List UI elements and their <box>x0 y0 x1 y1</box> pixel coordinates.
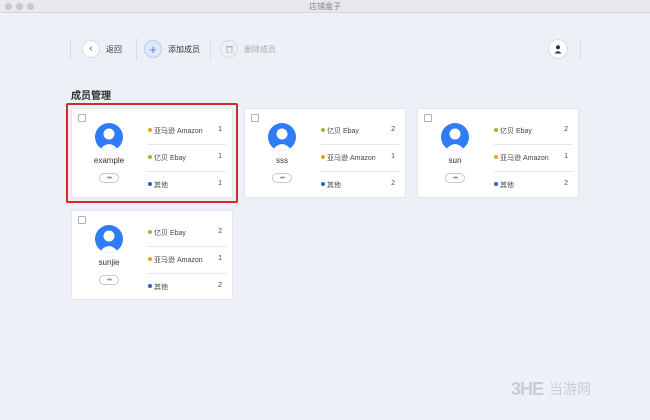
member-avatar-icon <box>441 123 469 151</box>
member-avatar-icon <box>95 225 123 253</box>
member-stats: 亿贝 Ebay 2 亚马逊 Amazon 1 其他 2 <box>321 118 399 199</box>
toolbar-divider <box>580 38 581 60</box>
platform-count: 2 <box>564 180 568 187</box>
platform-label: 其他 <box>500 182 514 189</box>
more-options-button[interactable]: ••• <box>99 275 119 285</box>
add-member-button-label: 添加成员 <box>168 44 200 54</box>
stat-row: 亿贝 Ebay 2 <box>321 118 399 145</box>
platform-dot-icon <box>321 182 325 186</box>
platform-dot-icon <box>494 128 498 132</box>
back-button[interactable]: ‹ 返回 <box>82 36 122 62</box>
stat-row: 亿贝 Ebay 2 <box>494 118 572 145</box>
platform-label: 亚马逊 Amazon <box>154 257 203 264</box>
member-stats: 亿贝 Ebay 2 亚马逊 Amazon 1 其他 2 <box>148 220 226 301</box>
platform-dot-icon <box>148 230 152 234</box>
member-name: sun <box>448 156 462 165</box>
platform-dot-icon <box>148 257 152 261</box>
stat-row: 亚马逊 Amazon 1 <box>494 145 572 172</box>
window-title: 店铺盒子 <box>309 2 341 11</box>
platform-count: 1 <box>218 255 222 262</box>
platform-count: 2 <box>564 126 568 133</box>
stat-row: 其他 2 <box>148 274 226 301</box>
stat-row: 亚马逊 Amazon 1 <box>148 247 226 274</box>
watermark-text: 当游网 <box>549 381 592 397</box>
stat-row: 亚马逊 Amazon 1 <box>321 145 399 172</box>
platform-dot-icon <box>321 128 325 132</box>
platform-count: 2 <box>218 282 222 289</box>
ellipsis-icon: ••• <box>106 276 112 284</box>
member-checkbox[interactable] <box>424 114 432 122</box>
platform-label: 亚马逊 Amazon <box>500 155 549 162</box>
member-avatar-icon <box>268 123 296 151</box>
member-stats: 亿贝 Ebay 2 亚马逊 Amazon 1 其他 2 <box>494 118 572 199</box>
stat-row: 其他 2 <box>321 172 399 199</box>
member-name: sunjie <box>98 258 120 267</box>
delete-member-button-label: 删除成员 <box>244 44 276 54</box>
platform-dot-icon <box>494 155 498 159</box>
trash-icon <box>220 40 238 58</box>
back-button-label: 返回 <box>106 44 122 54</box>
add-member-button[interactable]: + 添加成员 <box>144 36 200 62</box>
platform-dot-icon <box>321 155 325 159</box>
platform-dot-icon <box>494 182 498 186</box>
platform-label: 其他 <box>327 182 341 189</box>
member-card[interactable]: sunjie ••• 亿贝 Ebay 2 亚马逊 Amazon 1 其他 2 <box>71 210 233 300</box>
platform-count: 1 <box>564 153 568 160</box>
member-name: sss <box>276 156 288 165</box>
ellipsis-icon: ••• <box>452 174 458 182</box>
watermark-logo: 3HE <box>511 378 544 399</box>
platform-label: 亚马逊 Amazon <box>327 155 376 162</box>
platform-label: 亿贝 Ebay <box>500 128 532 135</box>
platform-count: 2 <box>391 126 395 133</box>
toolbar-divider <box>136 38 137 60</box>
member-checkbox[interactable] <box>78 216 86 224</box>
delete-member-button[interactable]: 删除成员 <box>220 36 276 62</box>
more-options-button[interactable]: ••• <box>272 173 292 183</box>
platform-count: 2 <box>391 180 395 187</box>
toolbar: ‹ 返回 + 添加成员 删除成员 <box>70 36 581 62</box>
member-card[interactable]: sun ••• 亿贝 Ebay 2 亚马逊 Amazon 1 其他 2 <box>417 108 579 198</box>
ellipsis-icon: ••• <box>279 174 285 182</box>
member-card[interactable]: sss ••• 亿贝 Ebay 2 亚马逊 Amazon 1 其他 2 <box>244 108 406 198</box>
platform-label: 亿贝 Ebay <box>154 230 186 237</box>
platform-label: 其他 <box>154 284 168 291</box>
platform-dot-icon <box>148 284 152 288</box>
platform-count: 1 <box>391 153 395 160</box>
plus-icon: + <box>144 40 162 58</box>
platform-label: 亿贝 Ebay <box>327 128 359 135</box>
more-options-button[interactable]: ••• <box>445 173 465 183</box>
selected-card-highlight <box>66 103 238 203</box>
stat-row: 亿贝 Ebay 2 <box>148 220 226 247</box>
toolbar-divider <box>210 38 211 60</box>
chevron-left-icon: ‹ <box>82 40 100 58</box>
platform-count: 2 <box>218 228 222 235</box>
user-profile-button[interactable] <box>548 39 568 59</box>
section-title: 成员管理 <box>71 91 111 102</box>
stat-row: 其他 2 <box>494 172 572 199</box>
window-titlebar: 店铺盒子 <box>0 0 650 13</box>
user-icon <box>554 45 562 54</box>
member-checkbox[interactable] <box>251 114 259 122</box>
toolbar-divider <box>70 38 71 60</box>
watermark: 3HE 当游网 <box>511 378 631 400</box>
